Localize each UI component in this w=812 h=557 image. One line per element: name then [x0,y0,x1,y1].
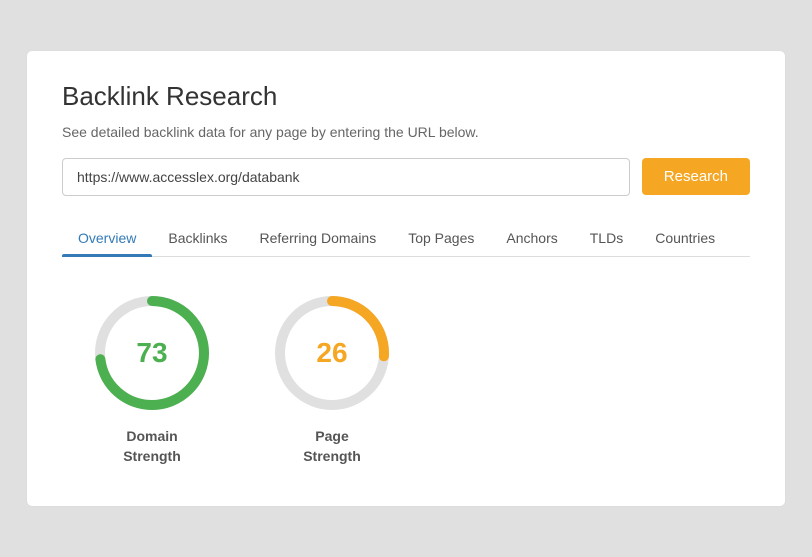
metric-page-strength: 26 PageStrength [272,293,392,466]
tab-overview[interactable]: Overview [62,220,152,256]
research-button[interactable]: Research [642,158,750,195]
tab-top-pages[interactable]: Top Pages [392,220,490,256]
metrics-row: 73 DomainStrength 26 PageStrength [62,293,750,466]
main-card: Backlink Research See detailed backlink … [26,50,786,507]
search-row: Research [62,158,750,196]
circle-page-strength: 26 [272,293,392,413]
tab-referring-domains[interactable]: Referring Domains [244,220,393,256]
metric-label-domain-strength: DomainStrength [123,427,181,466]
tab-tlds[interactable]: TLDs [574,220,639,256]
circle-value-domain-strength: 73 [136,337,167,369]
subtitle: See detailed backlink data for any page … [62,124,750,140]
tab-anchors[interactable]: Anchors [490,220,573,256]
tab-countries[interactable]: Countries [639,220,731,256]
page-title: Backlink Research [62,81,750,112]
metric-label-page-strength: PageStrength [303,427,361,466]
metric-domain-strength: 73 DomainStrength [92,293,212,466]
circle-value-page-strength: 26 [316,337,347,369]
circle-domain-strength: 73 [92,293,212,413]
tabs-nav: OverviewBacklinksReferring DomainsTop Pa… [62,220,750,257]
tab-backlinks[interactable]: Backlinks [152,220,243,256]
url-input[interactable] [62,158,630,196]
